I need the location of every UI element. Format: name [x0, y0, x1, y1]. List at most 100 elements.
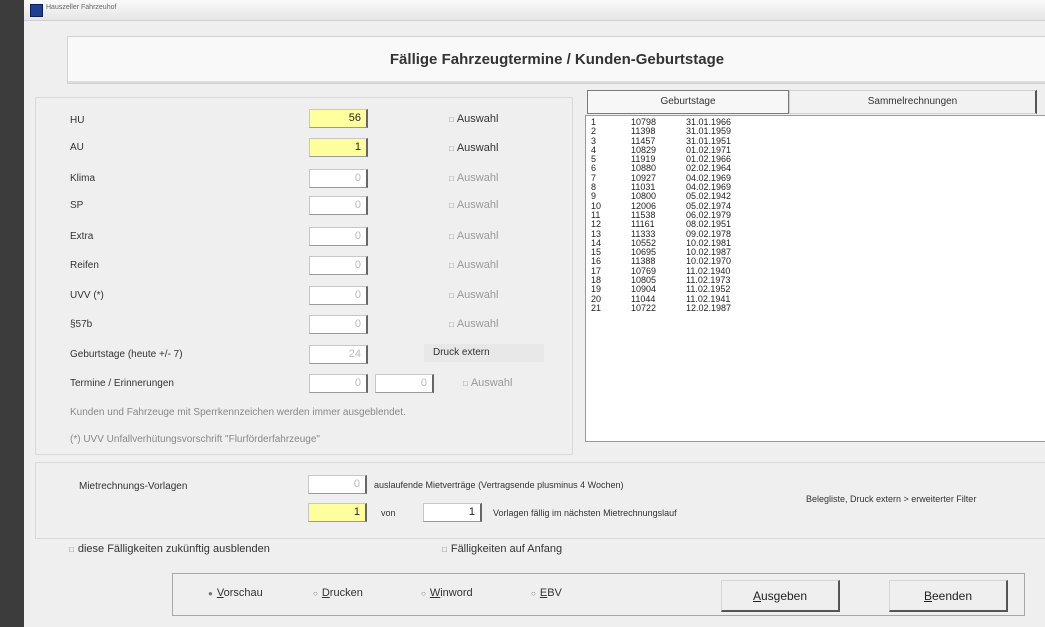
checkbox-label: Auswahl: [456, 199, 499, 211]
klima-count-field[interactable]: 0: [309, 169, 368, 188]
ausgeben-button[interactable]: Ausgeben: [721, 580, 840, 612]
mnemonic: A: [752, 589, 761, 603]
list-item[interactable]: 1 10798 31.01.1966: [591, 118, 1031, 127]
row-label-extra: Extra: [70, 231, 94, 242]
customer-number: 10722: [631, 302, 657, 313]
list-item[interactable]: 13 11333 09.02.1978: [591, 229, 1031, 239]
erinnerungen-count-field[interactable]: 0: [375, 374, 434, 393]
mnemonic: B: [923, 589, 932, 603]
row-label-au: AU: [70, 142, 84, 153]
row-label-57b: §57b: [70, 319, 93, 330]
hu-auswahl-checkbox[interactable]: □ Auswahl: [449, 113, 498, 125]
ausblenden-checkbox[interactable]: □ diese Fälligkeiten zukünftig ausblenden: [69, 543, 270, 555]
miet-panel: Mietrechnungs-Vorlagen 0 auslaufende Mie…: [35, 462, 1045, 539]
reifen-count-field[interactable]: 0: [309, 256, 368, 275]
faellig-count-field[interactable]: 1: [308, 503, 367, 522]
termine-count-field[interactable]: 0: [309, 374, 368, 393]
list-item[interactable]: 12 11161 08.02.1951: [591, 219, 1031, 229]
57b-count-field[interactable]: 0: [309, 315, 368, 334]
checkbox-label: Auswahl: [456, 142, 499, 154]
tab-sammelrechnungen[interactable]: Sammelrechnungen: [789, 90, 1037, 114]
radio-ebv[interactable]: ○ EBV: [531, 587, 562, 599]
list-item[interactable]: 20 11044 11.02.1941: [591, 294, 1031, 304]
checkbox-icon: □: [449, 174, 454, 183]
sp-count-field[interactable]: 0: [309, 196, 368, 215]
birthday-rows: 1 10798 31.01.1966 2 11398 31.01.1959 3 11457 31…: [591, 118, 1031, 436]
radio-winword[interactable]: ○ Winword: [421, 587, 473, 599]
list-item[interactable]: 16 11388 10.02.1970: [591, 257, 1031, 267]
row-number: 8: [591, 182, 597, 193]
druck-extern-label: Druck extern: [424, 344, 544, 362]
page-title: Fällige Fahrzeugtermine / Kunden-Geburts…: [389, 51, 725, 68]
output-frame: ● Vorschau ○ Drucken ○ Winword ○ EBV Ausgebe…: [172, 573, 1025, 616]
list-item[interactable]: 18 10805 11.02.1973: [591, 275, 1031, 285]
checkbox-label: Auswahl: [456, 318, 499, 330]
belegliste-text: Belegliste, Druck extern > erweiterter F…: [806, 494, 977, 504]
checkbox-label: Auswahl: [456, 259, 499, 271]
klima-auswahl-checkbox[interactable]: □ Auswahl: [449, 172, 498, 184]
sp-auswahl-checkbox[interactable]: □ Auswahl: [449, 199, 498, 211]
list-item[interactable]: 3 11457 31.01.1951: [591, 136, 1031, 146]
uvv-auswahl-checkbox[interactable]: □ Auswahl: [449, 289, 498, 301]
extra-auswahl-checkbox[interactable]: □ Auswahl: [449, 230, 498, 242]
tab-geburtstage[interactable]: Geburtstage: [587, 90, 789, 114]
list-item[interactable]: 7 10927 04.02.1969: [591, 173, 1031, 183]
list-item[interactable]: 14 10552 10.02.1981: [591, 238, 1031, 248]
row-label-termine: Termine / Erinnerungen: [70, 378, 174, 389]
list-item[interactable]: 21 10722 12.02.1987: [591, 302, 1031, 313]
checkbox-icon: □: [449, 291, 454, 300]
list-item[interactable]: 11 11538 06.02.1979: [591, 210, 1031, 220]
mnemonic: W: [429, 587, 441, 599]
radio-icon: ○: [531, 589, 536, 598]
list-item[interactable]: 10 12006 05.02.1974: [591, 201, 1031, 211]
row-number: 6: [591, 163, 597, 174]
button-label: usgeben: [760, 589, 808, 603]
anfang-checkbox[interactable]: □ Fälligkeiten auf Anfang: [442, 543, 562, 555]
checkbox-label: Auswahl: [456, 172, 499, 184]
beenden-button[interactable]: Beenden: [889, 580, 1008, 612]
row-number: 1: [591, 118, 597, 127]
due-dates-panel: HU 56 □ Auswahl AU 1 □ Auswahl Klima 0 □ Au…: [35, 97, 573, 455]
extra-count-field[interactable]: 0: [309, 227, 368, 246]
list-item[interactable]: 17 10769 11.02.1940: [591, 266, 1031, 276]
hu-count-field[interactable]: 56: [309, 109, 368, 128]
birth-date: 12.02.1987: [686, 302, 732, 313]
row-label-hu: HU: [70, 115, 85, 126]
list-item[interactable]: 19 10904 11.02.1952: [591, 285, 1031, 295]
birthday-list[interactable]: 1 10798 31.01.1966 2 11398 31.01.1959 3 11457 31…: [585, 115, 1045, 442]
radio-drucken[interactable]: ○ Drucken: [313, 587, 363, 599]
row-number: 4: [591, 144, 597, 155]
auslaufend-count-field[interactable]: 0: [308, 475, 367, 494]
list-item[interactable]: 9 10800 05.02.1942: [591, 192, 1031, 202]
list-item[interactable]: 15 10695 10.02.1987: [591, 247, 1031, 257]
checkbox-icon: □: [69, 545, 74, 554]
uvv-count-field[interactable]: 0: [309, 286, 368, 305]
window-title: Hauszeller Fahrzeuhof: [46, 4, 117, 11]
row-label-geburtstage: Geburtstage (heute +/- 7): [70, 349, 183, 360]
radio-label: BV: [547, 587, 562, 599]
list-item[interactable]: 2 11398 31.01.1959: [591, 126, 1031, 136]
checkbox-icon: □: [463, 379, 468, 388]
mnemonic: V: [216, 587, 224, 599]
checkbox-icon: □: [449, 144, 454, 153]
57b-auswahl-checkbox[interactable]: □ Auswahl: [449, 318, 498, 330]
list-item[interactable]: 6 10880 02.02.1964: [591, 163, 1031, 174]
list-item[interactable]: 5 11919 01.02.1966: [591, 154, 1031, 164]
radio-icon: ○: [421, 589, 426, 598]
radio-label: orschau: [223, 587, 263, 599]
gesamt-count-field[interactable]: 1: [423, 503, 482, 522]
au-auswahl-checkbox[interactable]: □ Auswahl: [449, 142, 498, 154]
geburtstage-count-field[interactable]: 24: [309, 345, 368, 364]
checkbox-label: Fälligkeiten auf Anfang: [450, 543, 563, 555]
checkbox-label: Auswahl: [456, 230, 499, 242]
radio-vorschau[interactable]: ● Vorschau: [208, 587, 263, 599]
list-item[interactable]: 4 10829 01.02.1971: [591, 144, 1031, 155]
radio-icon: ○: [313, 589, 318, 598]
termine-auswahl-checkbox[interactable]: □ Auswahl: [463, 377, 512, 389]
au-count-field[interactable]: 1: [309, 138, 368, 157]
row-label-klima: Klima: [70, 173, 96, 184]
row-label-uvv: UVV (*): [70, 290, 104, 301]
checkbox-label: Auswahl: [456, 113, 499, 125]
reifen-auswahl-checkbox[interactable]: □ Auswahl: [449, 259, 498, 271]
list-item[interactable]: 8 11031 04.02.1969: [591, 182, 1031, 193]
